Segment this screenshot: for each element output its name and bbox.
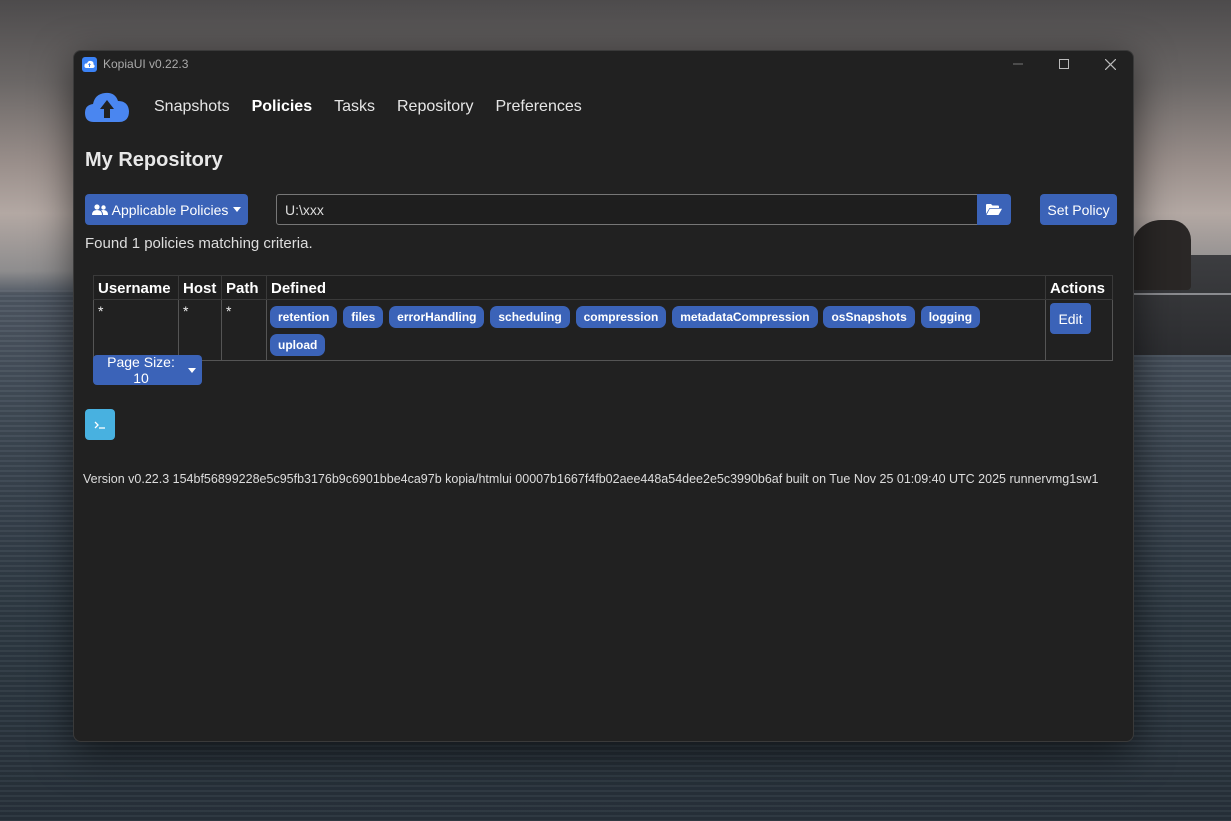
header-path[interactable]: Path [221,275,267,300]
nav-policies[interactable]: Policies [252,98,312,116]
badge-errorhandling: errorHandling [389,306,485,328]
badge-compression: compression [575,306,667,328]
nav-repository[interactable]: Repository [397,98,473,116]
badge-scheduling: scheduling [490,306,570,328]
edit-policy-button[interactable]: Edit [1050,303,1091,334]
badge-upload: upload [270,334,326,356]
badge-ossnapshots: osSnapshots [823,306,915,328]
folder-open-icon [986,203,1002,216]
found-policies-text: Found 1 policies matching criteria. [85,235,313,252]
page-size-label: Page Size: 10 [107,354,175,386]
table-row: * * * retention files errorHandling sche… [93,299,1113,361]
header-host[interactable]: Host [178,275,222,300]
version-info: Version v0.22.3 154bf56899228e5c95fb3176… [83,472,1099,486]
header-username[interactable]: Username [93,275,179,300]
nav-tasks[interactable]: Tasks [334,98,375,116]
cell-path: * [221,299,267,361]
header-defined[interactable]: Defined [266,275,1046,300]
badge-logging: logging [920,306,981,328]
page-title: My Repository [85,149,223,171]
chevron-down-icon [233,207,242,212]
minimize-icon[interactable] [995,51,1041,77]
cell-defined: retention files errorHandling scheduling… [266,299,1046,361]
badge-retention: retention [270,306,338,328]
kopia-logo-icon[interactable] [84,90,130,124]
nav-preferences[interactable]: Preferences [495,98,581,116]
cell-actions: Edit [1045,299,1113,361]
app-title-icon [82,56,97,72]
set-policy-button[interactable]: Set Policy [1040,194,1117,225]
path-input[interactable] [276,194,986,225]
page-size-dropdown[interactable]: Page Size: 10 [93,354,202,386]
nav-snapshots[interactable]: Snapshots [154,98,230,116]
app-window: KopiaUI v0.22.3 Snapshots Policies Tasks… [73,50,1134,742]
policy-controls: Applicable Policies Set Policy [85,194,1117,226]
top-nav: Snapshots Policies Tasks Repository Pref… [74,77,1133,137]
cell-host: * [178,299,222,361]
table-header-row: Username Host Path Defined Actions [93,275,1113,300]
badge-files: files [343,306,384,328]
terminal-button[interactable] [85,409,115,440]
window-title: KopiaUI v0.22.3 [103,57,189,71]
badge-metadatacompression: metadataCompression [672,306,818,328]
browse-folder-button[interactable] [977,194,1011,225]
applicable-policies-label: Applicable Policies [111,201,229,218]
policies-table: Username Host Path Defined Actions * * *… [93,275,1113,361]
maximize-icon[interactable] [1041,51,1087,77]
cell-username: * [93,299,179,361]
window-controls [995,51,1133,77]
header-actions: Actions [1045,275,1113,300]
titlebar[interactable]: KopiaUI v0.22.3 [74,51,1133,77]
close-icon[interactable] [1087,51,1133,77]
chevron-down-icon [188,367,196,373]
applicable-policies-dropdown[interactable]: Applicable Policies [85,194,248,225]
wallpaper-rock [1131,220,1191,290]
terminal-icon [94,420,106,430]
users-icon [91,203,108,216]
